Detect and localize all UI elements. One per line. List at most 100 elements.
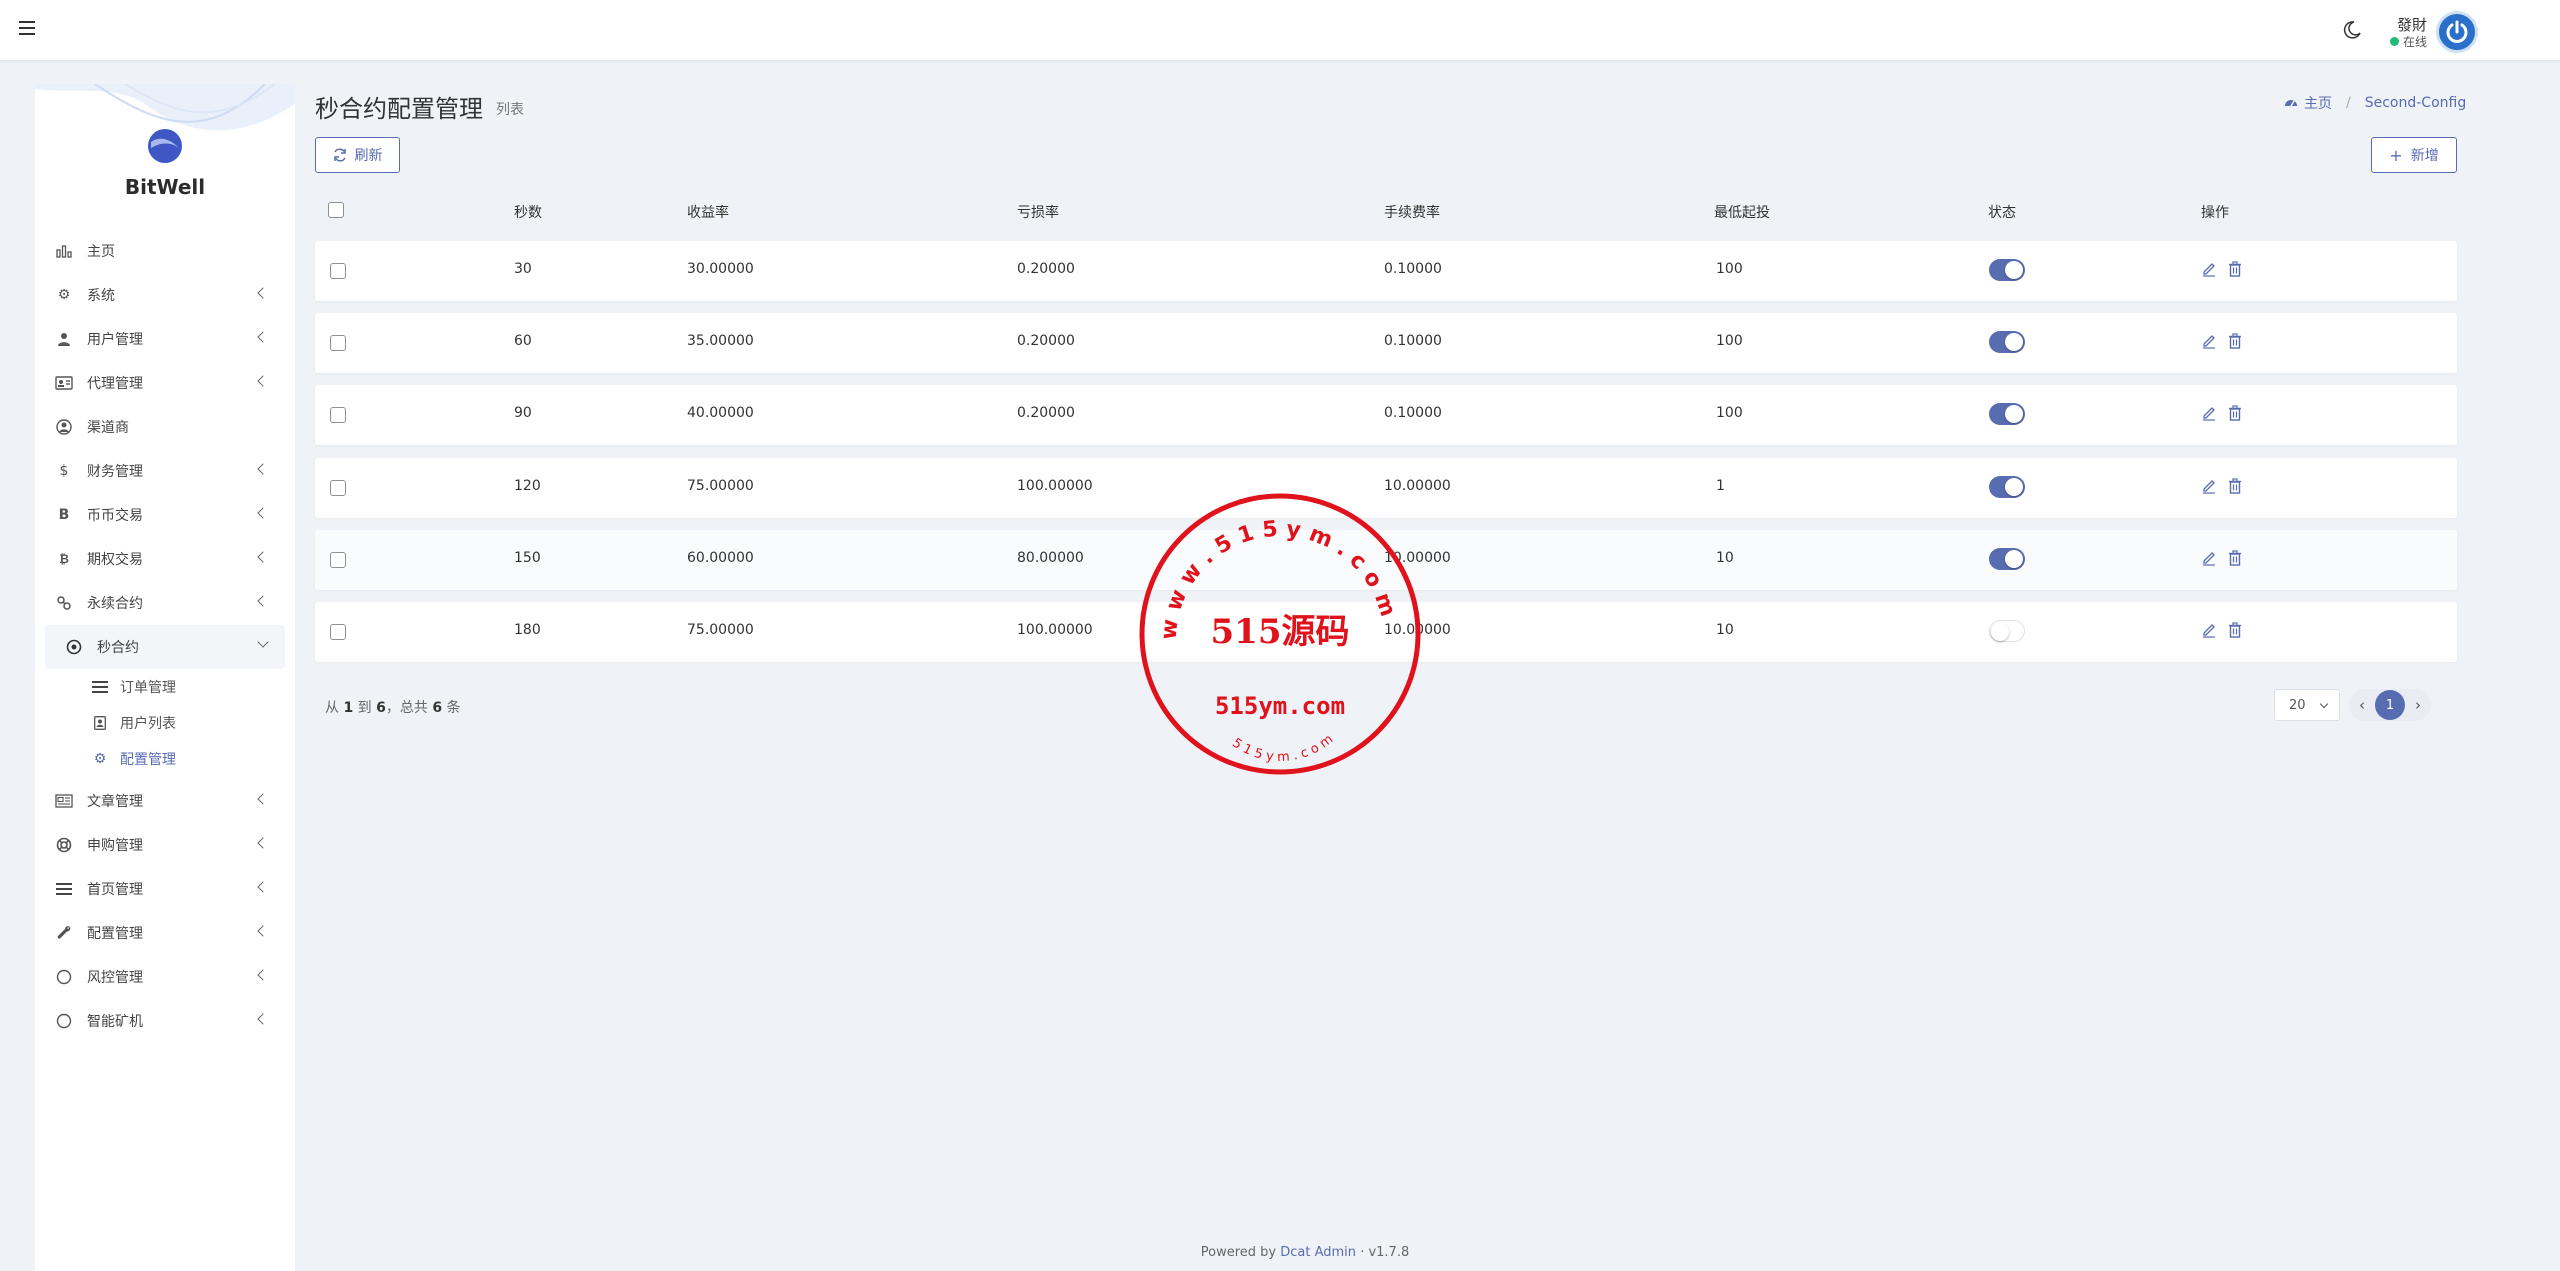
sidebar-subitem-user-list[interactable]: 用户列表 [35, 705, 295, 741]
trash-icon[interactable] [2227, 622, 2243, 638]
dark-mode-moon-icon[interactable] [2342, 20, 2362, 40]
column-header-profit-rate[interactable]: 收益率 [687, 202, 729, 222]
row-checkbox[interactable] [330, 480, 346, 496]
chevron-left-icon [257, 837, 269, 849]
table-summary: 从 1 到 6，总共 6 条 [325, 697, 461, 717]
sidebar-item-label: 用户管理 [87, 332, 143, 348]
sidebar-item-label: 系统 [87, 288, 115, 304]
sidebar-item-second-contract[interactable]: 秒合约 [45, 625, 285, 669]
edit-icon[interactable] [2201, 622, 2217, 638]
cell-loss-rate: 100.00000 [1017, 622, 1093, 638]
sidebar-menu: 主页 ⚙ 系统 用户管理 代理管理 渠道商 $ 财务管理 B 币币交易 ₿ 期权… [35, 229, 295, 1043]
sidebar-subitem-config[interactable]: ⚙ 配置管理 [35, 741, 295, 777]
trash-icon[interactable] [2227, 550, 2243, 566]
edit-icon[interactable] [2201, 405, 2217, 421]
edit-icon[interactable] [2201, 333, 2217, 349]
select-all-checkbox[interactable] [328, 202, 344, 218]
sidebar-item-finance[interactable]: $ 财务管理 [35, 449, 295, 493]
sidebar-item-system[interactable]: ⚙ 系统 [35, 273, 295, 317]
sidebar-subitem-label: 用户列表 [120, 716, 176, 732]
sidebar-item-options[interactable]: ₿ 期权交易 [35, 537, 295, 581]
bitcoin-coin-icon: ₿ [59, 552, 69, 566]
bitwell-logo-icon [148, 129, 182, 163]
sidebar-item-label: 申购管理 [87, 838, 143, 854]
summary-prefix: 从 [325, 700, 339, 716]
column-header-fee-rate[interactable]: 手续费率 [1384, 202, 1440, 222]
edit-icon[interactable] [2201, 261, 2217, 277]
row-checkbox[interactable] [330, 263, 346, 279]
column-header-seconds[interactable]: 秒数 [514, 202, 542, 222]
sidebar-item-agents[interactable]: 代理管理 [35, 361, 295, 405]
watermark-url: 515ym.com [1215, 692, 1345, 720]
sidebar-item-subscription[interactable]: 申购管理 [35, 823, 295, 867]
column-header-min-investment[interactable]: 最低起投 [1714, 202, 1770, 222]
cell-loss-rate: 0.20000 [1017, 405, 1075, 421]
sidebar-item-homepage[interactable]: 首页管理 [35, 867, 295, 911]
per-page-select[interactable]: 20 [2274, 689, 2340, 721]
cell-seconds: 30 [514, 261, 532, 277]
page-button-1[interactable]: 1 [2375, 690, 2405, 720]
cell-fee-rate: 0.10000 [1384, 333, 1442, 349]
cell-min-investment: 100 [1716, 333, 1743, 349]
sidebar-item-users[interactable]: 用户管理 [35, 317, 295, 361]
menu-toggle-icon[interactable] [19, 21, 35, 35]
edit-icon[interactable] [2201, 478, 2217, 494]
contact-icon [92, 716, 108, 730]
sidebar-item-channel[interactable]: 渠道商 [35, 405, 295, 449]
column-header-actions: 操作 [2201, 205, 2229, 221]
sidebar-item-spot-trading[interactable]: B 币币交易 [35, 493, 295, 537]
sidebar-item-home[interactable]: 主页 [35, 229, 295, 273]
trash-icon[interactable] [2227, 478, 2243, 494]
bar-chart-icon [55, 242, 73, 260]
status-toggle[interactable] [1989, 331, 2025, 353]
sidebar-subitem-orders[interactable]: 订单管理 [35, 669, 295, 705]
cell-loss-rate: 80.00000 [1017, 550, 1084, 566]
row-checkbox[interactable] [330, 335, 346, 351]
sidebar-item-risk-control[interactable]: 风控管理 [35, 955, 295, 999]
row-checkbox[interactable] [330, 624, 346, 640]
user-circle-icon [55, 418, 73, 436]
prev-page-button[interactable]: ‹ [2359, 696, 2365, 714]
page-title: 秒合约配置管理 [315, 95, 483, 123]
cell-fee-rate: 10.00000 [1384, 478, 1451, 494]
cell-min-investment: 1 [1716, 478, 1725, 494]
sidebar-subitem-label: 配置管理 [120, 752, 176, 768]
trash-icon[interactable] [2227, 405, 2243, 421]
trash-icon[interactable] [2227, 333, 2243, 349]
table-row: 180 75.00000 100.00000 10.00000 10 [315, 602, 2457, 662]
cell-profit-rate: 60.00000 [687, 550, 754, 566]
sidebar-item-label: 永续合约 [87, 596, 143, 612]
summary-from: 1 [343, 700, 354, 716]
status-toggle[interactable] [1989, 403, 2025, 425]
status-toggle[interactable] [1989, 259, 2025, 281]
sidebar-item-configuration[interactable]: 配置管理 [35, 911, 295, 955]
row-checkbox[interactable] [330, 552, 346, 568]
status-toggle[interactable] [1989, 620, 2025, 642]
cell-fee-rate: 10.00000 [1384, 622, 1451, 638]
next-page-button[interactable]: › [2415, 696, 2421, 714]
sidebar-item-mining[interactable]: 智能矿机 [35, 999, 295, 1043]
status-toggle[interactable] [1989, 476, 2025, 498]
trash-icon[interactable] [2227, 261, 2243, 277]
dashboard-icon [2285, 100, 2297, 107]
footer: Powered by Dcat Admin · v1.7.8 [0, 1245, 2560, 1260]
refresh-button[interactable]: 刷新 [315, 137, 400, 173]
sidebar-item-perpetual[interactable]: 永续合约 [35, 581, 295, 625]
breadcrumb-current: Second-Config [2364, 95, 2467, 111]
new-button[interactable]: + 新增 [2371, 137, 2457, 173]
chevron-left-icon [257, 881, 269, 893]
cell-min-investment: 10 [1716, 550, 1734, 566]
column-header-status[interactable]: 状态 [1988, 202, 2016, 222]
breadcrumb-home-link[interactable]: 主页 [2304, 93, 2332, 113]
row-checkbox[interactable] [330, 407, 346, 423]
status-toggle[interactable] [1989, 548, 2025, 570]
cell-loss-rate: 100.00000 [1017, 478, 1093, 494]
column-header-loss-rate[interactable]: 亏损率 [1017, 202, 1059, 222]
user-name[interactable]: 發財 [2397, 14, 2427, 35]
avatar[interactable] [2436, 11, 2478, 53]
footer-link[interactable]: Dcat Admin [1280, 1245, 1356, 1260]
cell-seconds: 90 [514, 405, 532, 421]
chevron-left-icon [257, 1013, 269, 1025]
sidebar-item-articles[interactable]: 文章管理 [35, 779, 295, 823]
edit-icon[interactable] [2201, 550, 2217, 566]
